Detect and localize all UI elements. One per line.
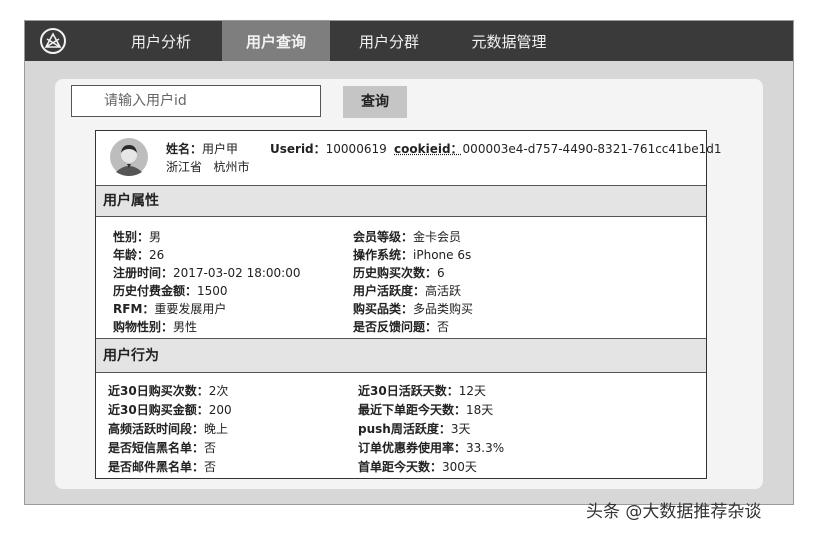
behavior-row: 近30日活跃天数：12天: [358, 384, 486, 398]
behavior-row: 是否邮件黑名单：否: [108, 460, 217, 474]
province-value: 浙江省: [166, 160, 203, 174]
behavior-row: 近30日购买金额：200: [108, 403, 232, 417]
top-navbar: 用户分析 用户查询 用户分群 元数据管理: [25, 21, 793, 61]
userid-value: 10000619: [325, 142, 387, 156]
behavior-row: 高频活跃时间段：晚上: [108, 422, 229, 436]
behavior-row: 订单优惠券使用率：33.3%: [358, 441, 505, 455]
name-label: 姓名：: [166, 142, 203, 156]
attr-row: 历史付费金额：1500: [113, 284, 228, 298]
tab-user-analysis[interactable]: 用户分析: [115, 21, 207, 61]
user-id-search-input[interactable]: 请输入用户id: [71, 85, 321, 117]
behavior-row: 首单距今天数：300天: [358, 460, 477, 474]
attr-row: 是否反馈问题：否: [353, 320, 450, 334]
profile-header: 姓名：用户甲 Userid：10000619 cookieid：000003e4…: [96, 131, 722, 186]
query-button[interactable]: 查询: [343, 86, 407, 118]
userid-label: Userid：: [270, 142, 326, 156]
attr-row: 会员等级：金卡会员: [353, 230, 462, 244]
tab-user-segmentation[interactable]: 用户分群: [343, 21, 435, 61]
attr-row: 年龄：26: [113, 248, 165, 262]
behavior-row: 最近下单距今天数：18天: [358, 403, 494, 417]
attr-row: 购物性别：男性: [113, 320, 198, 334]
attr-row: 历史购买次数：6: [353, 266, 445, 280]
user-behavior-header: 用户行为: [96, 339, 706, 373]
main-panel: 请输入用户id 查询 姓名：用户甲 Userid：10000619 cookie…: [55, 79, 763, 489]
behavior-row: push周活跃度：3天: [358, 422, 471, 436]
user-profile-card: 姓名：用户甲 Userid：10000619 cookieid：000003e4…: [95, 130, 722, 479]
user-attributes-body: 性别：男 年龄：26 注册时间：2017-03-02 18:00:00 历史付费…: [96, 218, 706, 339]
attr-row: 购买品类：多品类购买: [353, 302, 474, 316]
user-attributes-header: 用户属性: [96, 186, 706, 217]
tab-user-query[interactable]: 用户查询: [222, 21, 330, 61]
attr-row: RFM：重要发展用户: [113, 302, 227, 316]
app-window: 用户分析 用户查询 用户分群 元数据管理 请输入用户id 查询 姓名：用户甲 U…: [24, 20, 794, 505]
globe-logo-icon[interactable]: [39, 27, 67, 55]
watermark-text: 头条 @大数据推荐杂谈: [586, 502, 762, 522]
cookieid-value: 000003e4-d757-4490-8321-761cc41be1d1: [462, 142, 722, 156]
user-behavior-body: 近30日购买次数：2次 近30日购买金额：200 高频活跃时间段：晚上 是否短信…: [96, 374, 706, 478]
avatar-icon: [110, 138, 148, 176]
attr-row: 性别：男: [113, 230, 162, 244]
behavior-row: 是否短信黑名单：否: [108, 441, 217, 455]
tab-metadata-management[interactable]: 元数据管理: [453, 21, 565, 61]
city-value: 杭州市: [213, 160, 250, 174]
attr-row: 操作系统：iPhone 6s: [353, 248, 472, 262]
cookieid-label: cookieid：: [394, 142, 463, 156]
attr-row: 用户活跃度：高活跃: [353, 284, 462, 298]
behavior-row: 近30日购买次数：2次: [108, 384, 229, 398]
attr-row: 注册时间：2017-03-02 18:00:00: [113, 266, 301, 280]
name-value: 用户甲: [202, 142, 239, 156]
